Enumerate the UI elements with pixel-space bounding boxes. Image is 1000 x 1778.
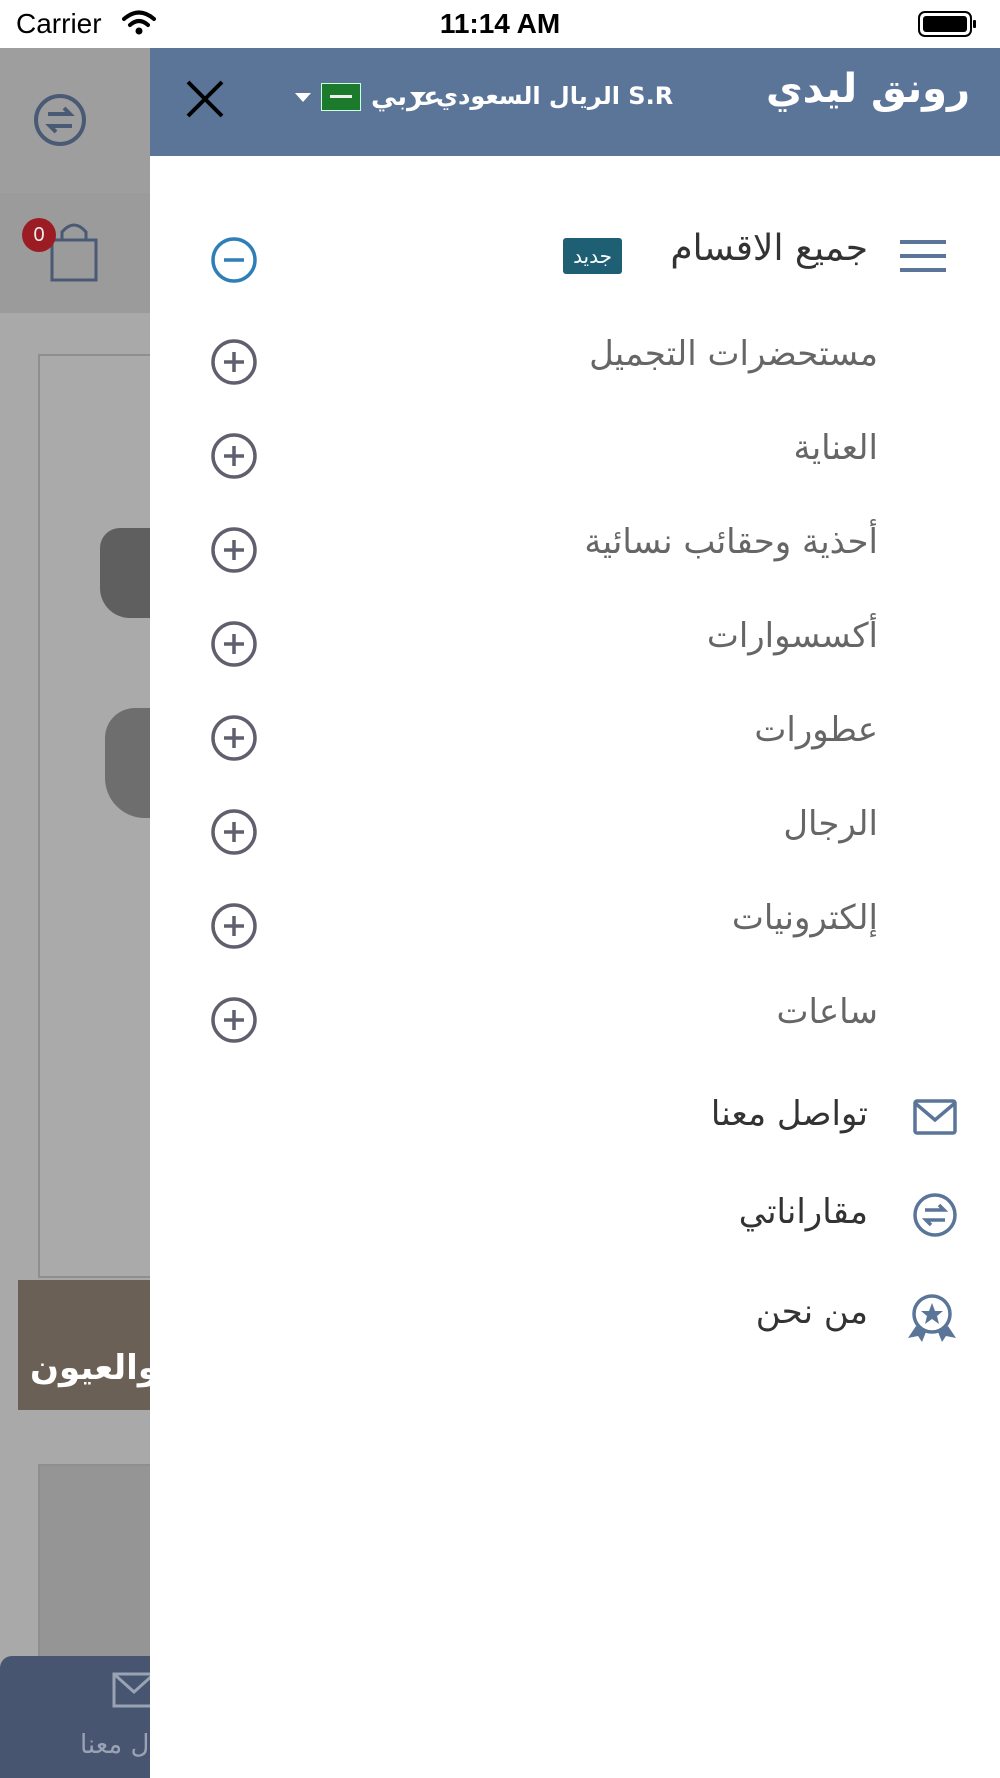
bottom-nav-label: ل معنا <box>80 1730 150 1760</box>
side-drawer: رونق ليدي S.R الريال السعودي عربي جميع ا… <box>150 48 1000 1778</box>
category-label: أحذية وحقائب نسائية <box>584 522 878 562</box>
category-item[interactable]: عطورات <box>150 700 1000 770</box>
chevron-down-icon <box>295 92 311 102</box>
about-us-label: من نحن <box>755 1292 868 1332</box>
category-label: أكسسوارات <box>706 616 878 656</box>
expand-icon[interactable] <box>210 338 258 390</box>
category-item[interactable]: أحذية وحقائب نسائية <box>150 512 1000 582</box>
expand-icon[interactable] <box>210 808 258 860</box>
expand-icon[interactable] <box>210 714 258 766</box>
currency-selector[interactable]: S.R الريال السعودي <box>410 82 673 110</box>
about-badge-icon <box>904 1290 960 1350</box>
expand-icon[interactable] <box>210 526 258 578</box>
about-us-link[interactable]: من نحن <box>150 1280 1000 1350</box>
compare-icon <box>32 92 88 152</box>
product-image-fragment <box>100 528 150 618</box>
category-label: عطورات <box>754 710 878 750</box>
status-bar: Carrier 11:14 AM <box>0 0 1000 48</box>
expand-icon[interactable] <box>210 996 258 1048</box>
mail-icon <box>112 1672 150 1712</box>
background-page: 0 والعيون ل معنا <box>0 48 150 1778</box>
category-label: ساعات <box>776 992 878 1032</box>
category-label: العناية <box>793 428 878 468</box>
category-label: الرجال <box>783 804 878 844</box>
category-item[interactable]: إلكترونيات <box>150 888 1000 958</box>
saudi-flag-icon <box>321 83 361 111</box>
battery-icon <box>918 10 978 42</box>
close-icon[interactable] <box>184 78 226 124</box>
promo-banner-text: والعيون <box>30 1348 150 1388</box>
contact-us-label: تواصل معنا <box>710 1094 868 1134</box>
language-selector[interactable]: عربي <box>295 82 441 112</box>
promo-banner <box>18 1280 150 1410</box>
mail-icon <box>910 1092 960 1146</box>
language-label: عربي <box>371 82 442 112</box>
new-badge: جديد <box>563 238 622 274</box>
category-item[interactable]: الرجال <box>150 794 1000 864</box>
compare-icon <box>910 1190 960 1244</box>
my-comparisons-link[interactable]: مقاراناتي <box>150 1180 1000 1250</box>
expand-icon[interactable] <box>210 902 258 954</box>
drawer-header: رونق ليدي S.R الريال السعودي عربي <box>150 48 1000 156</box>
category-item[interactable]: العناية <box>150 418 1000 488</box>
product-image-fragment <box>105 708 150 818</box>
category-label: مستحضرات التجميل <box>589 334 878 374</box>
brand-title: رونق ليدي <box>765 66 970 112</box>
contact-us-link[interactable]: تواصل معنا <box>150 1082 1000 1152</box>
my-comparisons-label: مقاراناتي <box>738 1192 868 1232</box>
expand-icon[interactable] <box>210 432 258 484</box>
category-item[interactable]: ساعات <box>150 982 1000 1052</box>
cart-count-badge: 0 <box>22 218 56 252</box>
category-label: إلكترونيات <box>731 898 878 938</box>
category-item[interactable]: أكسسوارات <box>150 606 1000 676</box>
category-item[interactable]: مستحضرات التجميل <box>150 324 1000 394</box>
clock: 11:14 AM <box>439 8 561 39</box>
hamburger-icon <box>898 238 948 278</box>
all-categories-row[interactable]: جميع الاقسام جديد <box>150 220 1000 290</box>
currency-label: S.R الريال السعودي <box>436 82 674 110</box>
all-categories-label: جميع الاقسام <box>670 228 868 269</box>
collapse-icon[interactable] <box>210 236 258 288</box>
expand-icon[interactable] <box>210 620 258 672</box>
